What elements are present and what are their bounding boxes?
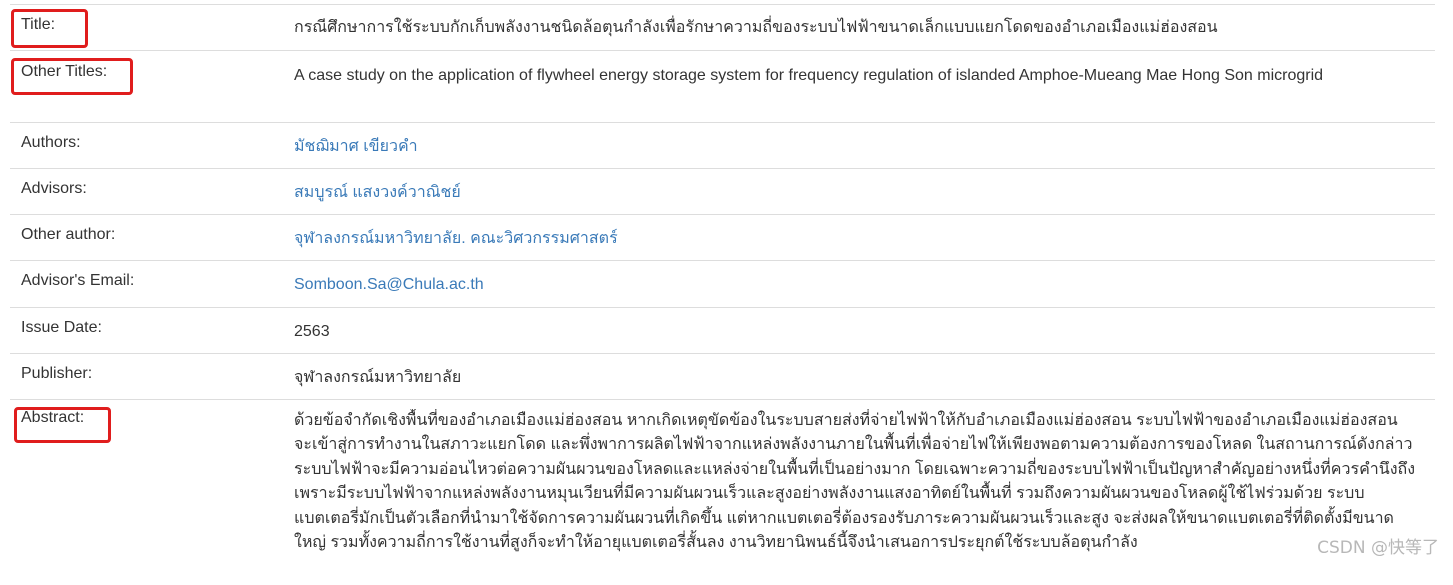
advisor-email-link[interactable]: Somboon.Sa@Chula.ac.th xyxy=(294,276,484,293)
title-value: กรณีศึกษาการใช้ระบบกักเก็บพลังงานชนิดล้อ… xyxy=(294,16,1435,50)
row-label: Title: xyxy=(10,16,294,50)
item-metadata-table: Title: กรณีศึกษาการใช้ระบบกักเก็บพลังงาน… xyxy=(10,4,1435,585)
table-row-title: Title: กรณีศึกษาการใช้ระบบกักเก็บพลังงาน… xyxy=(10,5,1435,51)
advisor-link[interactable]: สมบูรณ์ แสงวงค์วาณิชย์ xyxy=(294,184,461,201)
table-row-publisher: Publisher: จุฬาลงกรณ์มหาวิทยาลัย xyxy=(10,354,1435,400)
table-row-other-titles: Other Titles: A case study on the applic… xyxy=(10,51,1435,123)
row-label: Publisher: xyxy=(10,365,294,399)
other-titles-value: A case study on the application of flywh… xyxy=(294,63,1435,122)
author-link[interactable]: มัชฌิมาศ เขียวคำ xyxy=(294,138,418,155)
table-row-authors: Authors: มัชฌิมาศ เขียวคำ xyxy=(10,123,1435,169)
table-row-advisors: Advisors: สมบูรณ์ แสงวงค์วาณิชย์ xyxy=(10,169,1435,215)
row-label: Authors: xyxy=(10,134,294,168)
row-label: Advisor's Email: xyxy=(10,272,294,307)
row-label: Other Titles: xyxy=(10,63,294,122)
abstract-value: ด้วยข้อจำกัดเชิงพื้นที่ของอำเภอเมืองแม่ฮ… xyxy=(294,409,1435,585)
publisher-value: จุฬาลงกรณ์มหาวิทยาลัย xyxy=(294,365,1435,399)
row-label: Advisors: xyxy=(10,180,294,214)
table-row-issue-date: Issue Date: 2563 xyxy=(10,308,1435,354)
watermark: CSDN @快等了 xyxy=(1317,533,1439,558)
table-row-other-author: Other author: จุฬาลงกรณ์มหาวิทยาลัย. คณะ… xyxy=(10,215,1435,261)
issue-date-value: 2563 xyxy=(294,319,1435,353)
other-author-link[interactable]: จุฬาลงกรณ์มหาวิทยาลัย. คณะวิศวกรรมศาสตร์ xyxy=(294,230,618,247)
table-row-abstract: Abstract: ด้วยข้อจำกัดเชิงพื้นที่ของอำเภ… xyxy=(10,400,1435,585)
row-label: Other author: xyxy=(10,226,294,260)
table-row-advisor-email: Advisor's Email: Somboon.Sa@Chula.ac.th xyxy=(10,261,1435,308)
row-label: Abstract: xyxy=(10,409,294,585)
row-label: Issue Date: xyxy=(10,319,294,353)
